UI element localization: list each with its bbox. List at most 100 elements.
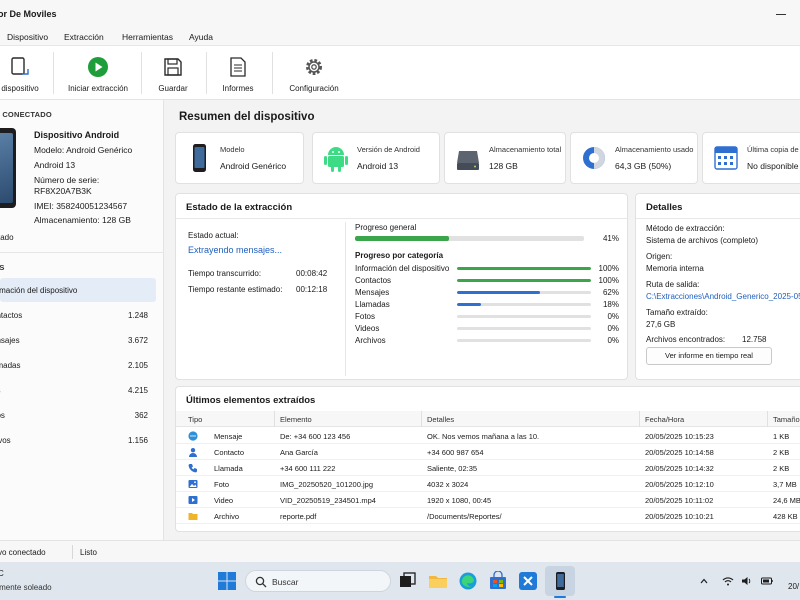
task-view-icon[interactable] xyxy=(398,571,418,591)
col-item[interactable]: Elemento xyxy=(280,415,312,424)
photo-icon xyxy=(188,480,198,488)
category-label: Archivos xyxy=(355,336,386,345)
device-storage: Almacenamiento: 128 GB xyxy=(34,215,131,225)
cell-size: 3,7 MB xyxy=(773,480,797,489)
cell-details: +34 600 987 654 xyxy=(427,448,484,457)
menu-bar: Dispositivo Extracción Herramientas Ayud… xyxy=(0,28,800,46)
current-status-value: Extrayendo mensajes... xyxy=(188,245,283,255)
tools-icon[interactable] xyxy=(518,571,538,591)
category-progress-fill xyxy=(457,267,591,270)
battery-icon[interactable] xyxy=(761,575,773,587)
sidebar-item-videos[interactable]: eos 362 xyxy=(0,403,156,427)
column-separator xyxy=(421,411,422,427)
edge-browser-icon[interactable] xyxy=(458,571,478,591)
cell-item: VID_20250519_234501.mp4 xyxy=(280,496,376,505)
category-progress-fill xyxy=(457,291,541,294)
menu-dispositivo[interactable]: Dispositivo xyxy=(7,32,48,42)
column-separator xyxy=(639,411,640,427)
chat-icon xyxy=(188,431,198,441)
category-pct: 100% xyxy=(598,276,619,285)
store-icon[interactable] xyxy=(488,571,508,591)
category-pct: 100% xyxy=(598,264,619,273)
sidebar-item-files[interactable]: hivos 1.156 xyxy=(0,428,156,452)
cell-type: Mensaje xyxy=(214,432,243,441)
weather-temp[interactable]: C xyxy=(0,569,4,578)
category-progress-bar xyxy=(457,315,591,318)
category-label: Fotos xyxy=(355,312,376,321)
taskbar: C ormente soleado Buscar xyxy=(0,562,800,600)
category-pct: 0% xyxy=(607,336,619,345)
col-type[interactable]: Tipo xyxy=(188,415,202,424)
cell-item: reporte.pdf xyxy=(280,512,317,521)
cell-details: Saliente, 02:35 xyxy=(427,464,478,473)
menu-ayuda[interactable]: Ayuda xyxy=(189,32,213,42)
menu-extraccion[interactable]: Extracción xyxy=(64,32,104,42)
sidebar-item-device-info[interactable]: ormación del dispositivo xyxy=(0,278,156,302)
sidebar-divider xyxy=(0,252,163,253)
sidebar-item-label: eos xyxy=(0,411,5,420)
origin-value: Memoria interna xyxy=(646,264,704,273)
main-content: Resumen del dispositivo Modelo Android G… xyxy=(165,100,800,540)
details-title: Detalles xyxy=(646,202,683,213)
current-status-label: Estado actual: xyxy=(188,231,239,240)
window-title: ctor De Moviles xyxy=(0,9,57,19)
gear-icon xyxy=(306,59,322,75)
device-icon xyxy=(11,57,29,75)
cell-size: 2 KB xyxy=(773,464,790,473)
sidebar-item-label: amadas xyxy=(0,361,21,370)
panel-divider xyxy=(636,218,800,219)
output-label: Ruta de salida: xyxy=(646,280,700,289)
column-separator xyxy=(274,411,275,427)
col-size[interactable]: Tamaño xyxy=(773,415,800,424)
cell-item: IMG_20250520_101200.jpg xyxy=(280,480,373,489)
phone-app-icon[interactable] xyxy=(550,571,570,591)
card-label: Versión de Android xyxy=(357,145,420,154)
col-date[interactable]: Fecha/Hora xyxy=(645,415,684,424)
table-row[interactable]: Llamada +34 600 111 222 Saliente, 02:35 20/… xyxy=(176,460,800,476)
save-button[interactable]: Guardar xyxy=(150,46,196,100)
table-row[interactable]: Archivo reporte.pdf/Documents/Reportes/20… xyxy=(176,508,800,524)
start-extraction-button[interactable]: Iniciar extracción xyxy=(62,46,134,100)
file-explorer-icon[interactable] xyxy=(428,571,448,591)
sidebar-item-calls[interactable]: amadas 2.105 xyxy=(0,353,156,377)
size-label: Tamaño extraído: xyxy=(646,308,708,317)
col-details[interactable]: Detalles xyxy=(427,415,454,424)
output-path-link[interactable]: C:\Extracciones\Android_Generico_2025-05 xyxy=(646,292,800,301)
save-icon xyxy=(164,58,182,76)
category-pct: 18% xyxy=(602,300,619,309)
sidebar-item-label: hivos xyxy=(0,436,11,445)
wifi-icon[interactable] xyxy=(722,575,734,587)
device-button[interactable]: dispositivo xyxy=(0,46,50,100)
table-row[interactable]: Mensaje De: +34 600 123 456 OK. Nos vemos … xyxy=(176,428,800,444)
menu-herramientas[interactable]: Herramientas xyxy=(122,32,173,42)
settings-button[interactable]: Configuración xyxy=(282,46,346,100)
chevron-up-icon[interactable] xyxy=(698,575,710,587)
category-label: Mensajes xyxy=(355,288,390,297)
view-live-report-button[interactable]: Ver informe en tiempo real xyxy=(646,347,772,365)
calendar-icon xyxy=(714,146,738,170)
volume-icon[interactable] xyxy=(741,575,753,587)
cell-size: 24,6 MB xyxy=(773,496,800,505)
table-row[interactable]: Video VID_20250519_234501.mp4 1920 x 1080,… xyxy=(176,492,800,508)
reports-button[interactable]: Informes xyxy=(214,46,262,100)
sidebar-item-contacts[interactable]: ontactos 1.248 xyxy=(0,303,156,327)
windows-start-icon[interactable] xyxy=(217,571,237,591)
sidebar-item-label: ensajes xyxy=(0,336,20,345)
weather-text[interactable]: ormente soleado xyxy=(0,583,52,592)
cell-date: 20/05/2025 10:12:10 xyxy=(645,480,714,489)
column-separator xyxy=(767,411,768,427)
minimize-button[interactable] xyxy=(770,5,792,23)
play-icon xyxy=(88,57,108,77)
category-progress-bar xyxy=(457,327,591,330)
taskbar-search[interactable]: Buscar xyxy=(245,570,391,592)
table-row[interactable]: Foto IMG_20250520_101200.jpg 4032 x 3024 20… xyxy=(176,476,800,492)
column-divider xyxy=(345,222,346,376)
card-label: Almacenamiento usado xyxy=(615,145,694,154)
sidebar-item-photos[interactable]: os 4.215 xyxy=(0,378,156,402)
clock[interactable]: 20/ xyxy=(788,582,799,591)
card-value: No disponible xyxy=(747,161,799,171)
sidebar-item-messages[interactable]: ensajes 3.672 xyxy=(0,328,156,352)
cell-date: 20/05/2025 10:14:32 xyxy=(645,464,714,473)
origin-label: Origen: xyxy=(646,252,673,261)
table-row[interactable]: Contacto Ana García +34 600 987 654 20/05/2… xyxy=(176,444,800,460)
